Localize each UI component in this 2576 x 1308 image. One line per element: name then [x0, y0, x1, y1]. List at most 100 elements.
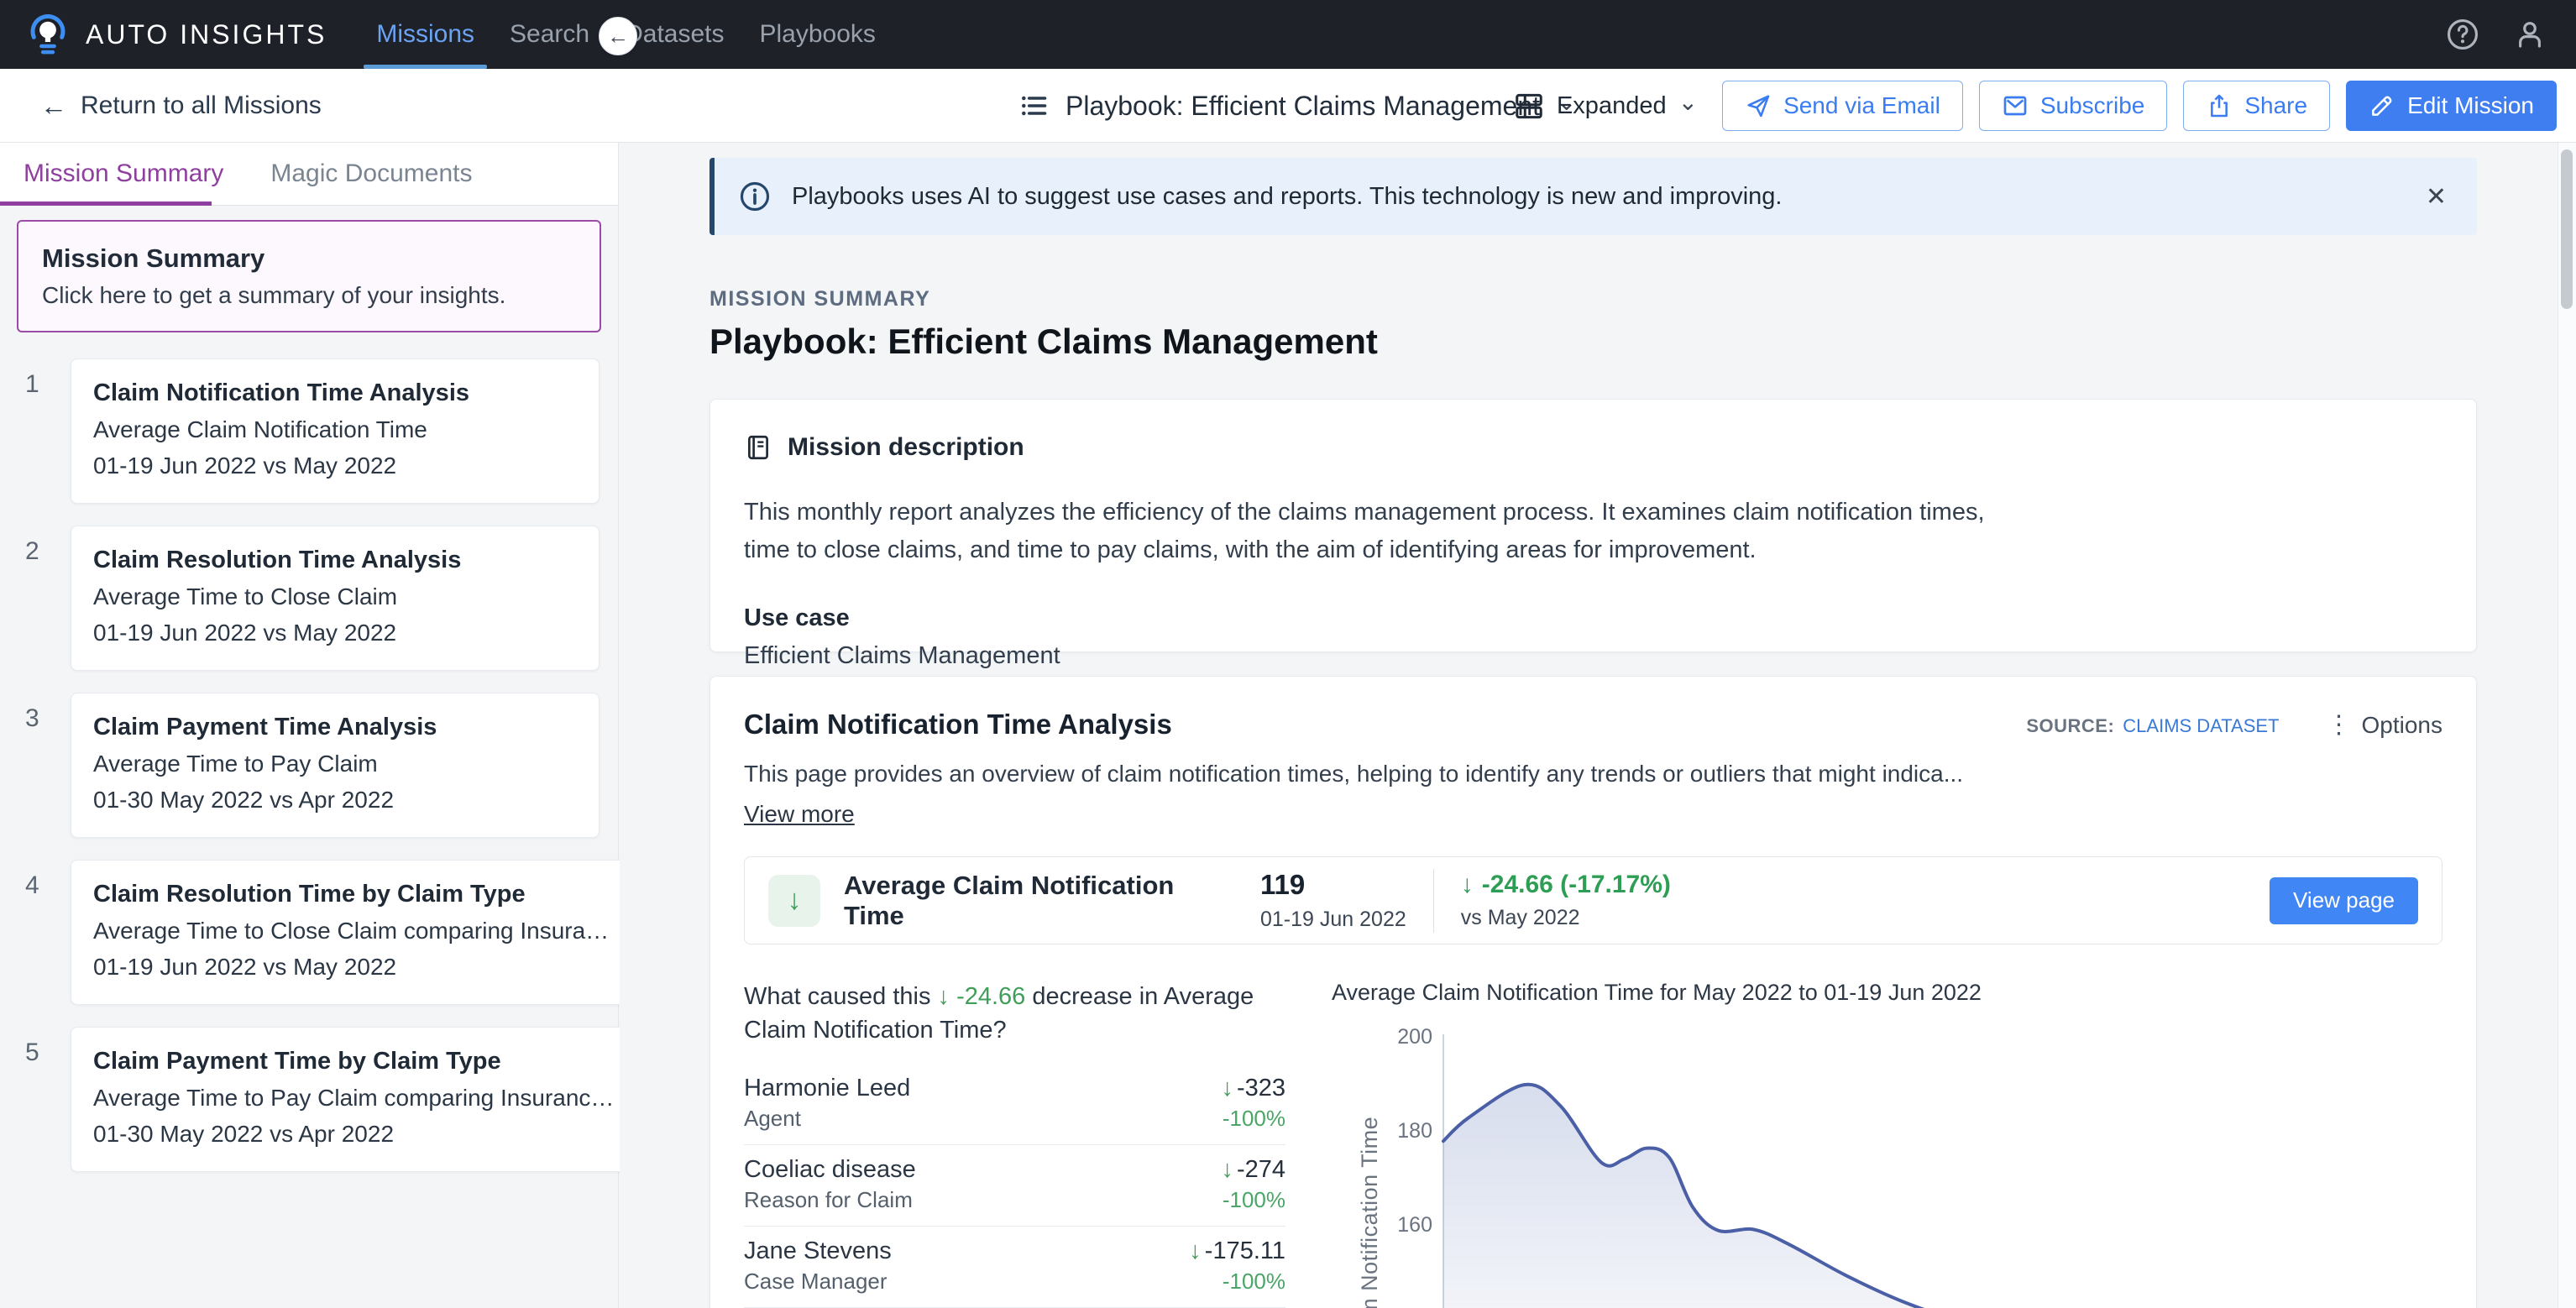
chevron-down-icon: ⌄: [1678, 88, 1698, 116]
scrollbar-thumb[interactable]: [2561, 149, 2573, 309]
report-metric: Average Time to Close Claim: [93, 583, 577, 610]
edit-mission-button[interactable]: Edit Mission: [2346, 81, 2557, 131]
report-period: 01-19 Jun 2022 vs May 2022: [93, 620, 577, 646]
report-card-5[interactable]: Claim Payment Time by Claim Type Average…: [71, 1027, 636, 1172]
item-number: 4: [25, 860, 71, 1005]
use-case-value: Efficient Claims Management: [744, 642, 2442, 670]
tab-mission-summary[interactable]: Mission Summary: [0, 143, 247, 206]
report-card-1[interactable]: Claim Notification Time Analysis Average…: [71, 358, 599, 504]
top-nav-right: [2445, 17, 2547, 52]
list-item: 2 Claim Resolution Time Analysis Average…: [25, 526, 599, 671]
layout-icon: [1513, 90, 1545, 122]
metric-period: 01-19 Jun 2022: [1260, 908, 1406, 932]
metric-value: 119: [1260, 869, 1406, 901]
view-mode-label: Expanded: [1557, 92, 1667, 120]
metric-panel: ↓ Average Claim Notification Time 119 01…: [744, 856, 2442, 944]
book-icon: [744, 433, 772, 462]
nav-item-playbooks[interactable]: Playbooks: [741, 0, 893, 69]
mission-description-header: Mission description: [744, 433, 2442, 462]
metric-name: Average Claim Notification Time: [844, 871, 1238, 931]
source-dataset-link[interactable]: CLAIMS DATASET: [2123, 715, 2279, 737]
chart-title: Average Claim Notification Time for May …: [1332, 980, 2442, 1006]
main-content: Playbooks uses AI to suggest use cases a…: [620, 143, 2576, 1308]
item-number: 5: [25, 1027, 71, 1172]
source-block: SOURCE: CLAIMS DATASET: [2026, 715, 2279, 737]
contributor-row[interactable]: Jane Stevens Case Manager ↓-175.11 -100%: [744, 1227, 1285, 1308]
contributor-name: Jane Stevens: [744, 1235, 892, 1267]
question-change: -24.66: [956, 983, 1025, 1010]
share-label: Share: [2244, 92, 2307, 119]
nav-item-search[interactable]: Search: [492, 0, 607, 69]
contributor-percent: -100%: [1189, 1267, 1285, 1295]
contributor-row[interactable]: Coeliac disease Reason for Claim ↓-274 -…: [744, 1145, 1285, 1227]
nav-item-missions[interactable]: Missions: [359, 0, 492, 69]
contributor-role: Case Manager: [744, 1267, 892, 1295]
contributor-row[interactable]: Harmonie Leed Agent ↓-323 -100%: [744, 1064, 1285, 1145]
options-label: Options: [2362, 712, 2443, 739]
banner-message: Playbooks uses AI to suggest use cases a…: [792, 183, 2426, 211]
tab-magic-documents[interactable]: Magic Documents: [247, 143, 495, 206]
report-title: Claim Resolution Time by Claim Type: [93, 881, 609, 908]
report-metric: Average Claim Notification Time: [93, 416, 577, 443]
contributor-percent: -100%: [1221, 1185, 1285, 1214]
down-arrow-icon: ↓: [1189, 1237, 1202, 1264]
report-metric: Average Time to Pay Claim comparing Insu…: [93, 1085, 614, 1112]
mission-summary-card[interactable]: Mission Summary Click here to get a summ…: [17, 220, 601, 332]
back-arrow-icon: ←: [40, 91, 67, 122]
help-icon[interactable]: [2445, 17, 2480, 52]
metric-change-block: ↓ -24.66 (-17.17%) vs May 2022: [1461, 871, 1671, 930]
chart-plot-area: 200 180 160 140 Average Claim Notificati…: [1332, 1028, 2442, 1308]
metric-vs: vs May 2022: [1461, 906, 1671, 930]
back-link-label: Return to all Missions: [81, 92, 322, 120]
report-list: 1 Claim Notification Time Analysis Avera…: [0, 358, 618, 1172]
options-menu-button[interactable]: ⋮ Options: [2327, 710, 2443, 740]
chart-area-main: [1443, 1085, 2313, 1308]
report-card-2[interactable]: Claim Resolution Time Analysis Average T…: [71, 526, 599, 671]
report-card-4[interactable]: Claim Resolution Time by Claim Type Aver…: [71, 860, 631, 1005]
active-tab-underline: [0, 201, 212, 206]
sidebar-collapse-button[interactable]: ←: [599, 17, 637, 55]
claim-notification-analysis-card: Claim Notification Time Analysis SOURCE:…: [709, 676, 2477, 1308]
analysis-header: Claim Notification Time Analysis SOURCE:…: [744, 709, 2442, 740]
view-mode-dropdown[interactable]: Expanded ⌄: [1513, 90, 1698, 122]
down-arrow-icon: ↓: [938, 983, 950, 1010]
report-period: 01-19 Jun 2022 vs May 2022: [93, 453, 577, 479]
list-item: 1 Claim Notification Time Analysis Avera…: [25, 358, 599, 504]
subscribe-label: Subscribe: [2040, 92, 2145, 119]
playbook-title-dropdown[interactable]: Playbook: Efficient Claims Management ⌄: [1018, 69, 1576, 143]
item-number: 2: [25, 526, 71, 671]
send-via-email-label: Send via Email: [1783, 92, 1940, 119]
item-number: 3: [25, 693, 71, 838]
what-caused-question: What caused this ↓ -24.66 decrease in Av…: [744, 980, 1285, 1047]
return-to-missions-link[interactable]: ← Return to all Missions: [40, 69, 322, 143]
send-via-email-button[interactable]: Send via Email: [1722, 81, 1963, 131]
report-title: Claim Resolution Time Analysis: [93, 547, 577, 574]
share-button[interactable]: Share: [2183, 81, 2330, 131]
divider: [1433, 869, 1434, 933]
user-icon[interactable]: [2512, 17, 2547, 52]
mission-toolbar: ← Return to all Missions Playbook: Effic…: [0, 69, 2576, 143]
report-metric: Average Time to Pay Claim: [93, 751, 577, 777]
page-title: Playbook: Efficient Claims Management: [709, 322, 2576, 362]
down-arrow-icon: ↓: [1461, 871, 1474, 899]
toolbar-actions: Expanded ⌄ Send via Email Subscribe Shar…: [1513, 69, 2557, 143]
report-metric: Average Time to Close Claim comparing In…: [93, 918, 609, 944]
subscribe-button[interactable]: Subscribe: [1979, 81, 2168, 131]
analysis-title: Claim Notification Time Analysis: [744, 709, 2026, 740]
top-nav: AUTO INSIGHTS Missions Search Datasets P…: [0, 0, 2576, 69]
close-icon[interactable]: ✕: [2426, 182, 2447, 212]
view-more-link[interactable]: View more: [744, 801, 855, 828]
vertical-scrollbar[interactable]: [2558, 143, 2576, 1308]
decrease-arrow-icon: ↓: [768, 875, 820, 927]
chart-column: Average Claim Notification Time for May …: [1332, 980, 2442, 1308]
view-page-button[interactable]: View page: [2270, 877, 2418, 924]
contributors-column: What caused this ↓ -24.66 decrease in Av…: [744, 980, 1285, 1308]
auto-insights-logo-icon[interactable]: [25, 12, 71, 57]
share-icon: [2206, 92, 2233, 119]
list-item: 5 Claim Payment Time by Claim Type Avera…: [25, 1027, 599, 1172]
report-title: Claim Payment Time Analysis: [93, 714, 577, 741]
edit-mission-label: Edit Mission: [2407, 92, 2534, 119]
report-card-3[interactable]: Claim Payment Time Analysis Average Time…: [71, 693, 599, 838]
mission-description-card: Mission description This monthly report …: [709, 399, 2477, 652]
down-arrow-icon: ↓: [1221, 1156, 1233, 1183]
